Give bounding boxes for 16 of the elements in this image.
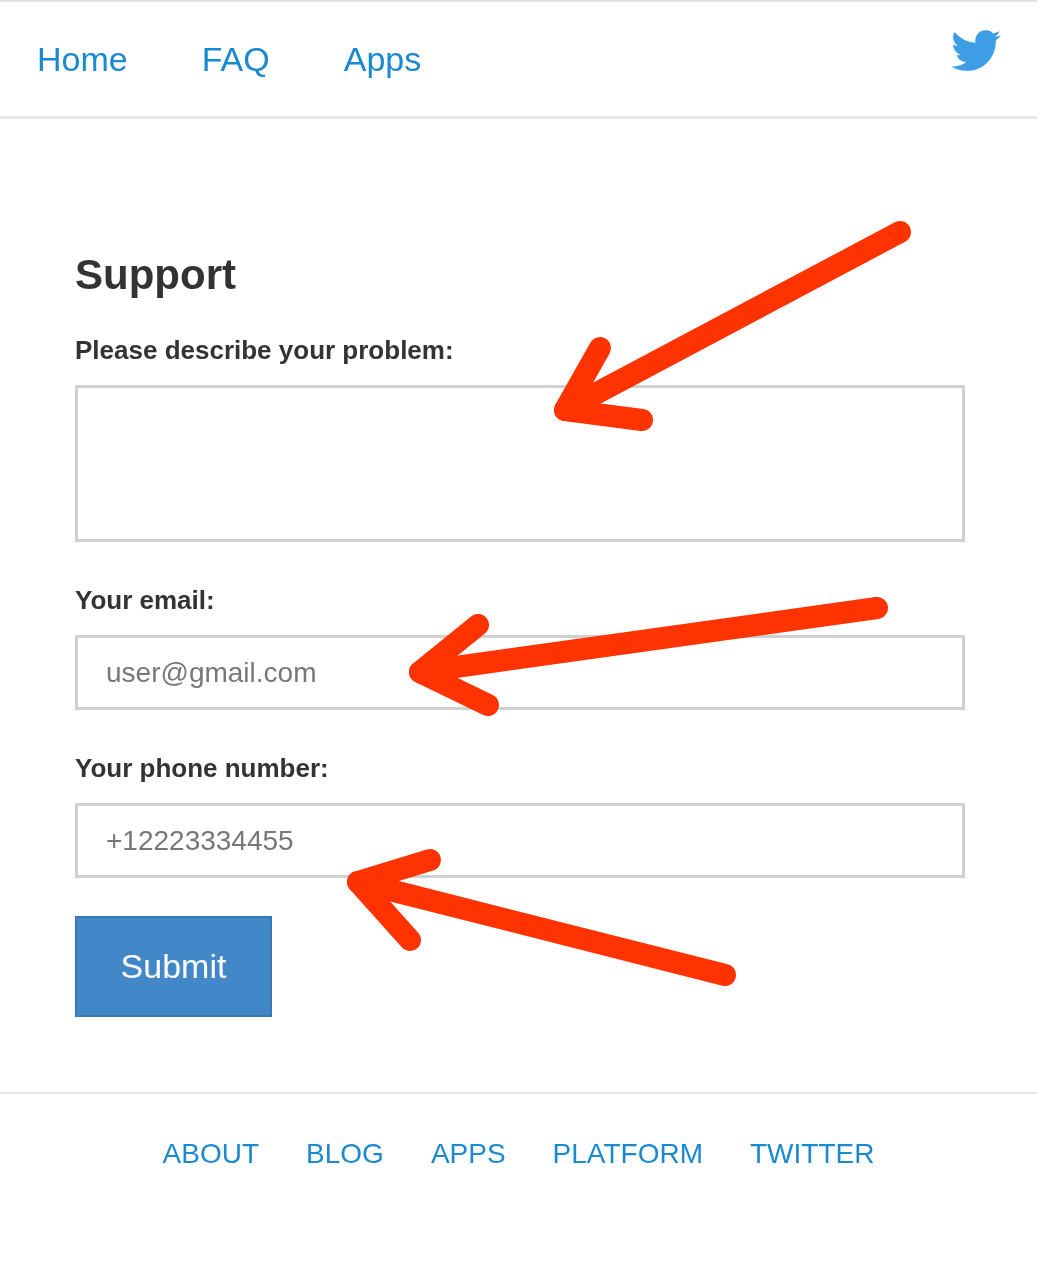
- footer-link[interactable]: BLOG: [306, 1138, 384, 1170]
- footer-link[interactable]: ABOUT: [162, 1138, 260, 1170]
- field-label: Your email:: [75, 584, 216, 616]
- bird-icon[interactable]: [951, 30, 1001, 72]
- footer-link[interactable]: TWITTER: [749, 1138, 875, 1170]
- nav-link[interactable]: FAQ: [201, 39, 270, 79]
- field-label: Your phone number:: [75, 752, 330, 784]
- nav-link[interactable]: Apps: [343, 39, 422, 79]
- submit-button[interactable]: Submit: [75, 916, 272, 1017]
- nav-link[interactable]: Home: [37, 39, 128, 79]
- footer-link[interactable]: APPS: [430, 1138, 506, 1170]
- problem-textarea[interactable]: [75, 385, 965, 542]
- input-field[interactable]: +12223334455: [75, 803, 965, 878]
- page-title: Support: [75, 250, 237, 300]
- footer-link[interactable]: PLATFORM: [552, 1138, 703, 1170]
- field-label: Please describe your problem:: [75, 334, 455, 366]
